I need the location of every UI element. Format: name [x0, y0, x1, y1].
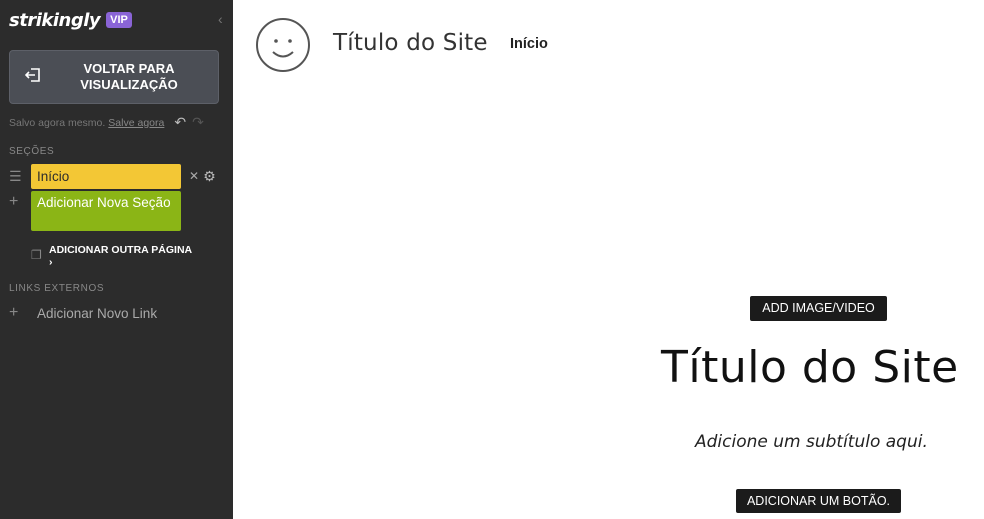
- logo-placeholder-icon[interactable]: [255, 17, 311, 73]
- editor-sidebar: strikingly VIP ‹ VOLTAR PARA VISUALIZAÇÃ…: [0, 0, 233, 519]
- add-section-button[interactable]: Adicionar Nova Seção: [31, 191, 181, 231]
- add-image-video-button[interactable]: ADD IMAGE/VIDEO: [750, 296, 887, 321]
- site-title[interactable]: Título do Site: [333, 30, 488, 56]
- add-button-button[interactable]: ADICIONAR UM BOTÃO.: [736, 489, 901, 513]
- add-page-button[interactable]: ❐ ADICIONAR OUTRA PÁGINA ›: [31, 244, 192, 268]
- page-copy-icon: ❐: [31, 248, 42, 262]
- add-link-button[interactable]: + Adicionar Novo Link: [9, 302, 157, 324]
- exit-icon: [10, 67, 56, 87]
- chevron-right-icon: ›: [49, 256, 53, 268]
- section-item-inicio[interactable]: Início: [31, 163, 181, 189]
- drag-handle-icon[interactable]: ☰: [9, 168, 31, 185]
- save-now-link[interactable]: Salve agora: [108, 117, 164, 129]
- plus-icon: +: [9, 193, 19, 210]
- strikingly-logo: strikingly: [9, 9, 101, 31]
- sections-header: SEÇÕES: [9, 146, 55, 157]
- chevron-left-icon[interactable]: ‹: [218, 11, 223, 27]
- save-status-text: Salvo agora mesmo.: [9, 116, 106, 129]
- add-section-row: + Adicionar Nova Seção: [9, 191, 181, 231]
- gear-icon[interactable]: ⚙: [203, 168, 216, 185]
- site-canvas: Título do Site Início ADD IMAGE/VIDEO Tí…: [233, 0, 984, 519]
- redo-icon: ↷: [192, 114, 204, 130]
- save-status: Salvo agora mesmo. Salve agora ↶ ↷: [9, 114, 224, 131]
- add-page-label: ADICIONAR OUTRA PÁGINA: [49, 244, 193, 256]
- back-to-preview-button[interactable]: VOLTAR PARA VISUALIZAÇÃO: [9, 50, 219, 104]
- logo-row: strikingly VIP: [9, 7, 132, 33]
- hero-subtitle[interactable]: Adicione um subtítulo aqui.: [695, 432, 928, 452]
- external-links-header: LINKS EXTERNOS: [9, 283, 105, 294]
- plus-icon: +: [9, 304, 19, 321]
- delete-section-icon[interactable]: ✕: [189, 169, 199, 183]
- hero-title[interactable]: Título do Site: [661, 342, 959, 393]
- vip-badge: VIP: [106, 12, 132, 28]
- back-to-preview-label: VOLTAR PARA VISUALIZAÇÃO: [80, 61, 178, 92]
- nav-link-inicio[interactable]: Início: [510, 36, 548, 52]
- section-item: ☰ Início ✕ ⚙: [9, 163, 224, 189]
- undo-icon[interactable]: ↶: [174, 114, 186, 131]
- add-link-label: Adicionar Novo Link: [37, 305, 158, 321]
